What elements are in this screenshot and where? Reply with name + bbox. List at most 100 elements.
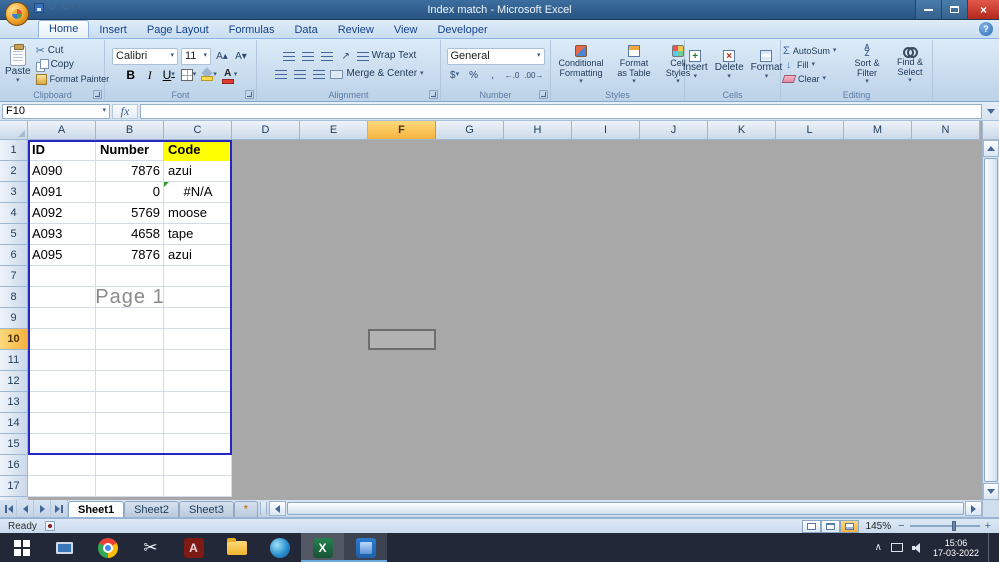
column-header-L[interactable]: L — [776, 121, 844, 140]
align-top-button[interactable] — [281, 49, 297, 64]
zoom-level[interactable]: 145% — [866, 521, 892, 532]
tab-insert[interactable]: Insert — [89, 22, 137, 38]
tab-view[interactable]: View — [384, 22, 428, 38]
row-header-2[interactable]: 2 — [0, 161, 28, 182]
zoom-slider-thumb[interactable] — [951, 521, 956, 531]
number-format-select[interactable]: General ▾ — [446, 47, 545, 65]
row-header-1[interactable]: 1 — [0, 140, 28, 161]
taskbar-adobe-reader-button[interactable]: A — [172, 533, 215, 562]
tab-home[interactable]: Home — [38, 20, 90, 38]
column-header-M[interactable]: M — [844, 121, 912, 140]
scroll-right-button[interactable] — [965, 501, 982, 516]
accounting-format-button[interactable]: $ ▾ — [447, 68, 463, 83]
cell-A5[interactable]: A093 — [28, 224, 96, 245]
restore-button[interactable] — [941, 0, 967, 19]
cell-B2[interactable]: 7876 — [96, 161, 164, 182]
zoom-slider-track[interactable] — [909, 521, 980, 531]
column-header-K[interactable]: K — [708, 121, 776, 140]
format-painter-button[interactable]: Format Painter — [35, 73, 109, 85]
insert-worksheet-tab[interactable] — [233, 501, 258, 517]
scroll-down-button[interactable] — [983, 483, 999, 500]
scroll-left-button[interactable] — [268, 501, 286, 516]
help-button[interactable]: ? — [979, 22, 993, 36]
undo-icon[interactable]: ↺ — [48, 2, 57, 13]
column-header-J[interactable]: J — [640, 121, 708, 140]
cell-B1[interactable]: Number — [96, 140, 164, 161]
increase-decimal-button[interactable]: ←.0 — [504, 68, 521, 83]
taskbar-photos-button[interactable] — [344, 533, 387, 562]
cell-B3[interactable]: 0 — [96, 182, 164, 203]
first-sheet-button[interactable] — [0, 500, 17, 517]
underline-button[interactable]: U ▾ — [161, 68, 177, 83]
row-header-9[interactable]: 9 — [0, 308, 28, 329]
wrap-text-button[interactable]: Wrap Text — [356, 50, 416, 62]
vertical-scrollbar[interactable] — [982, 140, 999, 500]
formula-bar-expand-icon[interactable] — [984, 104, 997, 119]
row-header-16[interactable]: 16 — [0, 455, 28, 476]
sheet-tab-sheet2[interactable]: Sheet2 — [124, 501, 179, 517]
cut-button[interactable]: ✂ Cut — [36, 45, 110, 57]
normal-view-button[interactable] — [801, 519, 821, 533]
taskbar-browser-button[interactable] — [258, 533, 301, 562]
row-header-10[interactable]: 10 — [0, 329, 28, 350]
cell-A3[interactable]: A091 — [28, 182, 96, 203]
cell-A1[interactable]: ID — [28, 140, 96, 161]
network-icon[interactable] — [890, 543, 903, 552]
cell-C3[interactable]: #N/A — [164, 182, 232, 203]
page-break-preview-button[interactable] — [839, 519, 859, 533]
conditional-formatting-button[interactable]: Conditional Formatting ▾ — [553, 44, 609, 86]
taskbar-excel-button[interactable]: X — [301, 533, 344, 562]
column-header-B[interactable]: B — [96, 121, 164, 140]
sheet-tab-sheet1[interactable]: Sheet1 — [68, 501, 125, 517]
row-header-4[interactable]: 4 — [0, 203, 28, 224]
row-header-8[interactable]: 8 — [0, 287, 28, 308]
taskbar-chrome-button[interactable] — [86, 533, 129, 562]
delete-cells-button[interactable]: Delete ▾ — [713, 49, 746, 81]
qat-customize-icon[interactable]: ▾ — [74, 4, 78, 11]
bold-button[interactable]: B — [123, 68, 139, 83]
decrease-decimal-button[interactable]: .00→ — [523, 68, 544, 83]
tab-developer[interactable]: Developer — [427, 22, 497, 38]
close-button[interactable]: × — [967, 0, 999, 19]
row-header-11[interactable]: 11 — [0, 350, 28, 371]
name-box[interactable]: F10 ▾ — [2, 103, 110, 119]
font-dialog-launcher[interactable] — [245, 90, 254, 99]
insert-function-button[interactable]: fx — [112, 103, 138, 119]
vertical-scroll-thumb[interactable] — [984, 158, 998, 482]
number-dialog-launcher[interactable] — [539, 90, 548, 99]
macro-record-button[interactable] — [44, 521, 55, 531]
align-right-button[interactable] — [311, 67, 327, 82]
alignment-dialog-launcher[interactable] — [429, 90, 438, 99]
find-select-button[interactable]: Find & Select ▾ — [890, 45, 930, 85]
cell-B6[interactable]: 7876 — [96, 245, 164, 266]
column-header-N[interactable]: N — [912, 121, 980, 140]
zoom-slider[interactable]: − + — [898, 521, 991, 532]
align-middle-button[interactable] — [300, 49, 316, 64]
column-header-C[interactable]: C — [164, 121, 232, 140]
row-header-12[interactable]: 12 — [0, 371, 28, 392]
paste-button[interactable]: Paste ▾ — [3, 44, 33, 85]
row-header-15[interactable]: 15 — [0, 434, 28, 455]
percent-style-button[interactable]: % — [466, 68, 482, 83]
insert-cells-button[interactable]: Insert ▾ — [681, 49, 710, 81]
row-header-13[interactable]: 13 — [0, 392, 28, 413]
cell-C4[interactable]: moose — [164, 203, 232, 224]
merge-center-button[interactable]: Merge & Center ▾ — [330, 68, 424, 80]
horizontal-scroll-thumb[interactable] — [286, 502, 964, 515]
page-layout-view-button[interactable] — [820, 519, 840, 533]
cell-B4[interactable]: 5769 — [96, 203, 164, 224]
tab-review[interactable]: Review — [328, 22, 384, 38]
fill-button[interactable]: Fill▾ — [783, 59, 844, 71]
orientation-button[interactable]: ↗ — [338, 49, 354, 64]
row-header-6[interactable]: 6 — [0, 245, 28, 266]
font-color-button[interactable]: A ▾ — [221, 68, 239, 83]
format-as-table-button[interactable]: Format as Table ▾ — [612, 44, 656, 86]
column-header-D[interactable]: D — [232, 121, 300, 140]
tab-split-handle[interactable] — [259, 502, 267, 515]
column-header-A[interactable]: A — [28, 121, 96, 140]
column-header-E[interactable]: E — [300, 121, 368, 140]
next-sheet-button[interactable] — [34, 500, 51, 517]
cell-B5[interactable]: 4658 — [96, 224, 164, 245]
select-all-button[interactable] — [0, 121, 28, 140]
align-left-button[interactable] — [273, 67, 289, 82]
